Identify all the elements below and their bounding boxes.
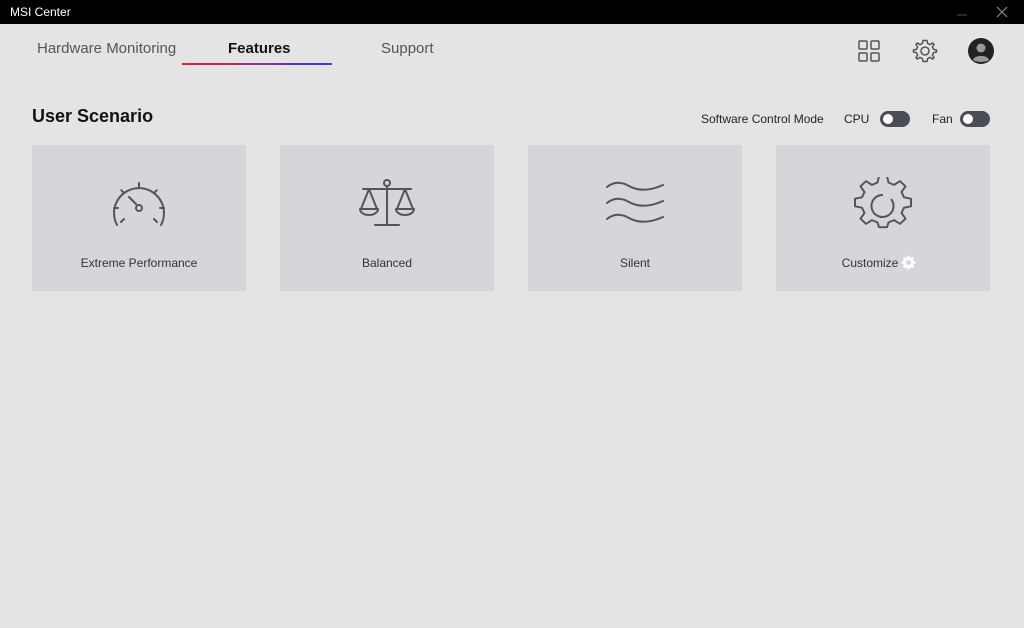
tab-support[interactable]: Support [381,40,434,57]
tab-hardware-monitoring[interactable]: Hardware Monitoring [37,40,176,57]
scenario-card-balanced[interactable]: Balanced [280,145,494,291]
cpu-label: CPU [844,112,870,126]
scenario-label: Silent [619,256,651,270]
grid-button[interactable] [856,38,882,64]
balance-scale-icon [359,179,415,226]
minimize-icon [957,14,967,16]
waves-icon [606,181,664,223]
window-title: MSI Center [10,5,71,19]
fan-label: Fan [932,112,953,126]
minimize-button[interactable] [942,0,982,24]
title-bar: MSI Center [0,0,1024,24]
customize-settings-icon[interactable] [901,255,916,270]
cpu-toggle[interactable] [880,111,910,127]
speedometer-icon [113,182,165,226]
scenario-label: Balanced [361,256,413,270]
grid-icon [858,40,880,62]
user-avatar-icon [968,38,994,64]
gear-icon [854,177,912,229]
close-icon [996,6,1008,18]
scenario-label: Extreme Performance [80,256,198,270]
tab-features[interactable]: Features [228,40,291,57]
fan-toggle[interactable] [960,111,990,127]
settings-gear-icon [912,39,938,63]
scenario-card-extreme-performance[interactable]: Extreme Performance [32,145,246,291]
section-title: User Scenario [32,106,154,126]
software-control-mode-label: Software Control Mode [701,112,824,126]
scenario-label: Customize [841,256,899,270]
settings-button[interactable] [912,38,938,64]
active-tab-indicator [182,63,332,65]
close-button[interactable] [982,0,1022,24]
scenario-card-customize[interactable]: Customize [776,145,990,291]
scenario-card-silent[interactable]: Silent [528,145,742,291]
user-avatar-button[interactable] [968,38,994,64]
